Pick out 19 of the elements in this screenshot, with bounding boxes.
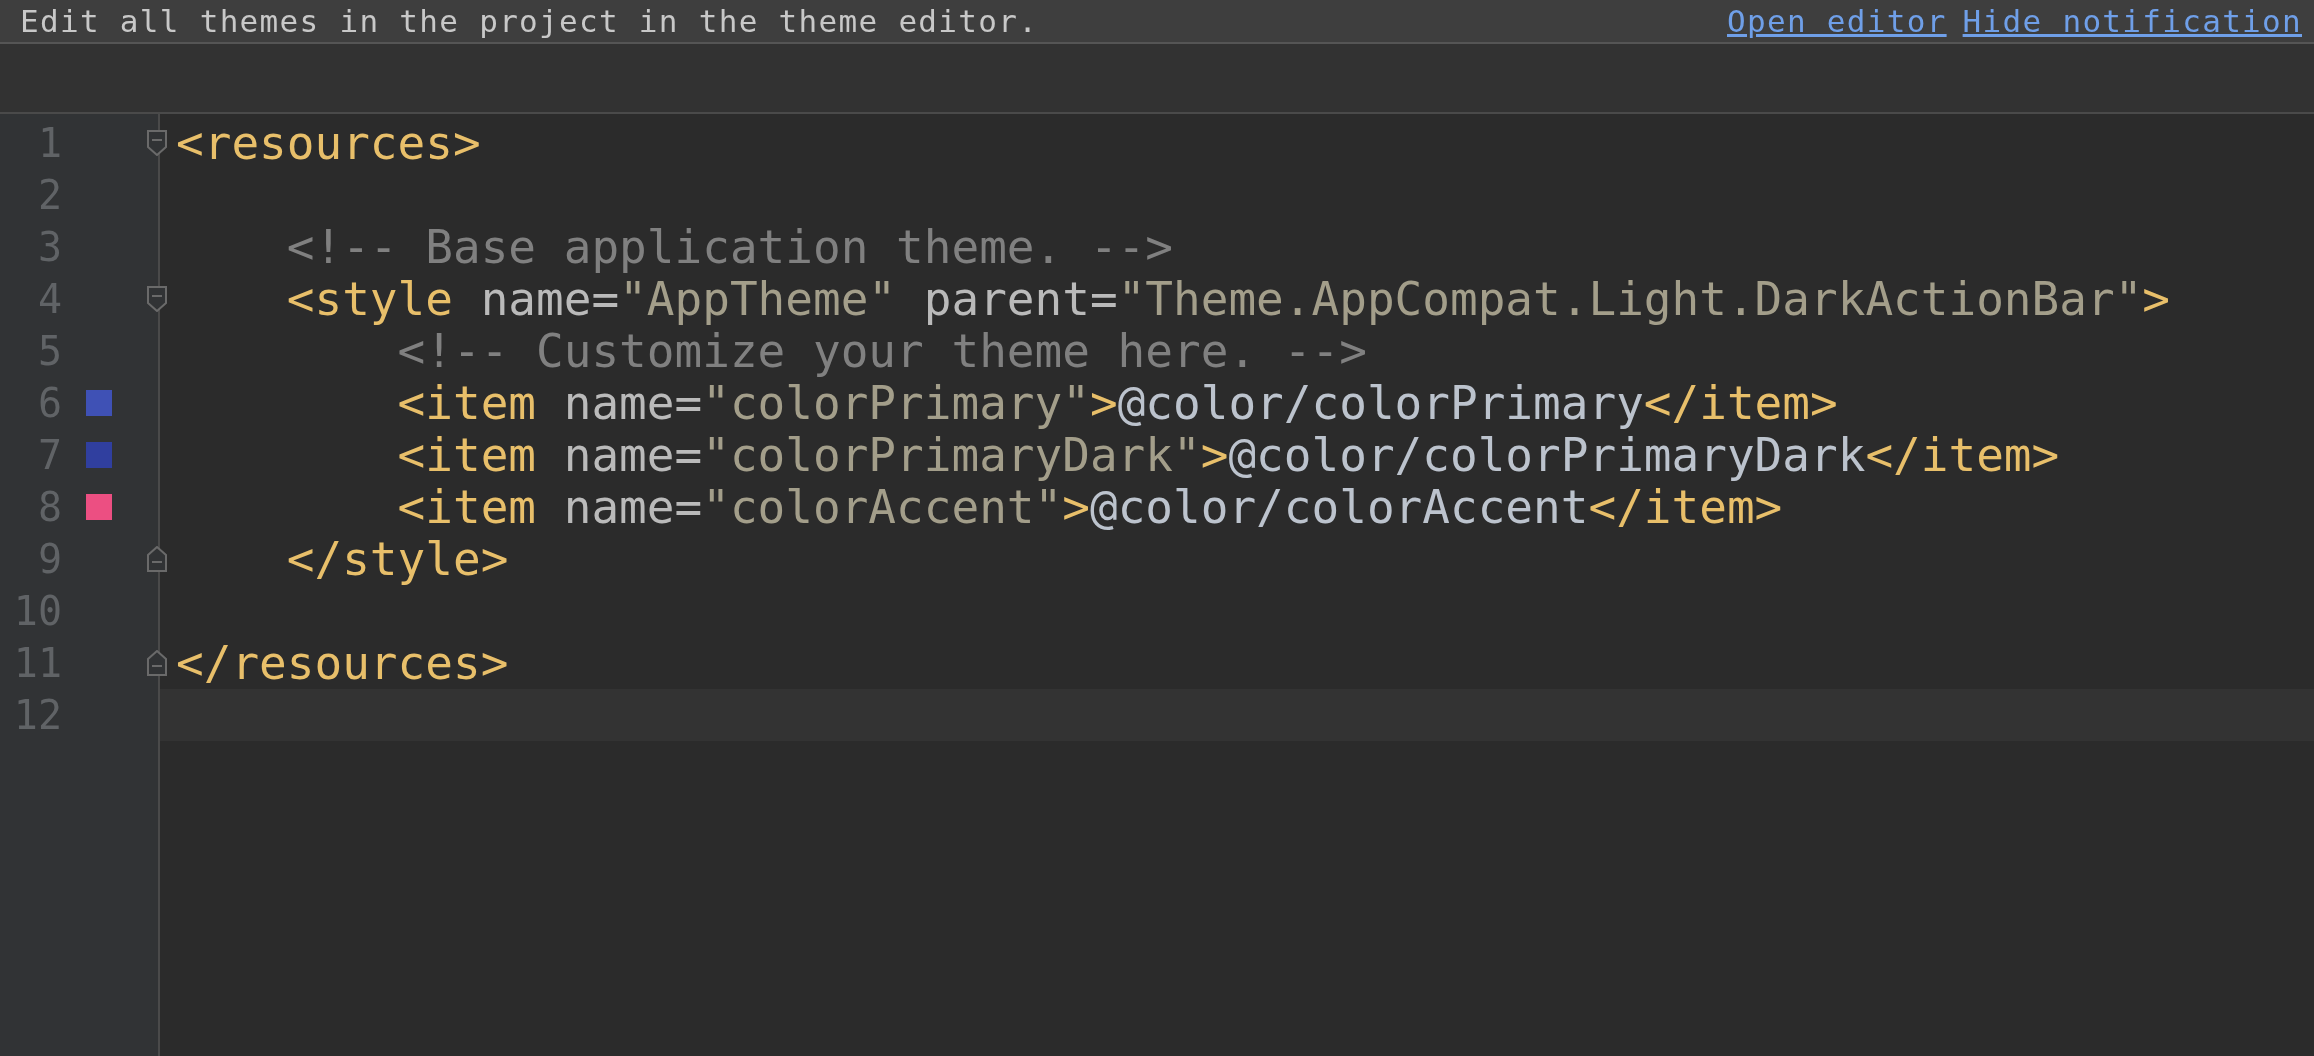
code-line: </style> xyxy=(285,532,509,586)
fold-icon[interactable] xyxy=(146,546,168,572)
color-swatch[interactable] xyxy=(86,442,112,468)
code-line: <!-- Customize your theme here. --> xyxy=(397,324,1367,378)
fold-icon[interactable] xyxy=(146,650,168,676)
code-line: <item name="colorAccent">@color/colorAccent</item> xyxy=(396,480,1783,534)
code-line: <item name="colorPrimary">@color/colorPrimary</item> xyxy=(396,376,1838,430)
code-line: <!-- Base application theme. --> xyxy=(285,220,1173,274)
link[interactable]: Open editor xyxy=(1727,3,1947,39)
code-line: </resources> xyxy=(176,636,509,690)
notification-text: Edit all themes in the project in the theme editor. xyxy=(20,3,1040,39)
code-line: <resources> xyxy=(176,116,481,170)
link[interactable]: Hide notification xyxy=(1962,3,2302,39)
code-line: <style name="AppTheme" parent="Theme.AppCompat.Light.DarkActionBar"> xyxy=(285,272,2171,326)
fold-icon[interactable] xyxy=(146,286,168,312)
code-line: <item name="colorPrimaryDark">@color/colorPrimaryDark</item> xyxy=(396,428,2060,482)
fold-icon[interactable] xyxy=(146,130,168,156)
color-swatch[interactable] xyxy=(86,494,112,520)
color-swatch[interactable] xyxy=(86,390,112,416)
